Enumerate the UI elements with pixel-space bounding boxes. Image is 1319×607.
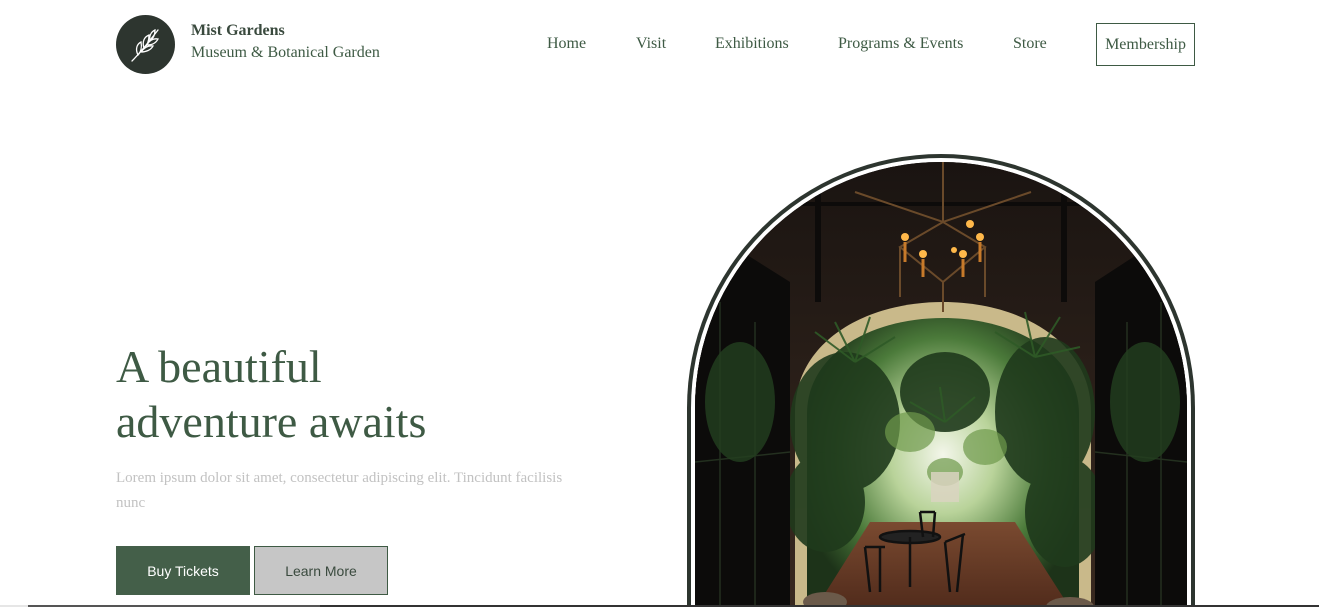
buy-tickets-button[interactable]: Buy Tickets bbox=[116, 546, 250, 595]
hero-title-line-2: adventure awaits bbox=[116, 396, 427, 447]
hero-image bbox=[695, 162, 1187, 607]
nav-programs-events[interactable]: Programs & Events bbox=[838, 35, 963, 53]
leaf-branch-icon bbox=[130, 28, 159, 62]
brand-subtitle: Museum & Botanical Garden bbox=[191, 44, 380, 61]
hero-title: A beautiful adventure awaits bbox=[116, 339, 636, 449]
hero-arch-frame bbox=[687, 154, 1195, 607]
brand-name: Mist Gardens bbox=[191, 22, 285, 39]
nav-home[interactable]: Home bbox=[547, 35, 586, 53]
nav-store[interactable]: Store bbox=[1013, 35, 1047, 53]
membership-button[interactable]: Membership bbox=[1096, 23, 1195, 66]
hero-description: Lorem ipsum dolor sit amet, consectetur … bbox=[116, 470, 563, 511]
nav-visit[interactable]: Visit bbox=[636, 35, 666, 53]
logo[interactable] bbox=[116, 15, 175, 74]
nav-exhibitions[interactable]: Exhibitions bbox=[715, 35, 789, 53]
learn-more-button[interactable]: Learn More bbox=[254, 546, 388, 595]
hero-title-line-1: A beautiful bbox=[116, 341, 322, 392]
